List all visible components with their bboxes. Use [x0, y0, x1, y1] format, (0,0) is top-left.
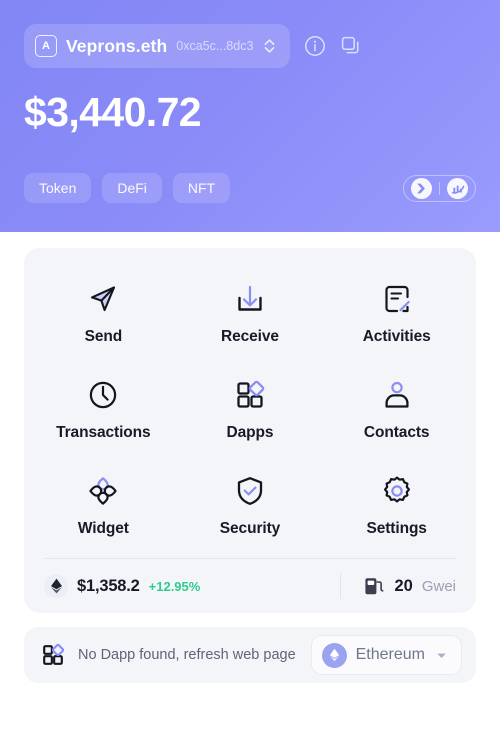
menu-item-label: Receive [221, 328, 279, 345]
eth-price-group[interactable]: $1,358.2 +12.95% [44, 574, 200, 598]
bitkeep-logo-icon[interactable] [410, 177, 432, 199]
menu-item-label: Dapps [226, 424, 274, 441]
menu-item-receive[interactable]: Receive [177, 266, 324, 356]
contacts-person-icon [380, 374, 414, 416]
menu-item-label: Widget [77, 520, 129, 537]
gas-value: 20 [394, 576, 413, 595]
market-stats-bar: $1,358.2 +12.95% 20 Gwei [24, 559, 476, 613]
receive-download-icon [233, 278, 267, 320]
gas-price-group[interactable]: 20 Gwei [341, 575, 456, 597]
menu-grid: Send Receive Activities Transactions Dap… [24, 266, 476, 548]
eth-price-change: +12.95% [148, 578, 201, 594]
tab-defi[interactable]: DeFi [102, 173, 162, 203]
account-name: Veprons.eth [66, 35, 168, 56]
security-shield-check-icon [233, 470, 267, 512]
dapps-grid-icon [43, 643, 65, 665]
menu-item-label: Security [219, 520, 281, 537]
chevron-down-icon[interactable] [434, 648, 449, 663]
account-address: 0xca5c...8dc3 [176, 39, 254, 53]
copy-icon[interactable] [340, 35, 362, 57]
main-content: Send Receive Activities Transactions Dap… [0, 232, 500, 613]
menu-item-transactions[interactable]: Transactions [30, 362, 177, 452]
menu-item-label: Settings [366, 520, 427, 537]
ethereum-circle-icon [321, 642, 347, 668]
eth-price: $1,358.2 [77, 576, 140, 595]
transactions-clock-icon [86, 374, 120, 416]
gas-pump-icon [365, 578, 384, 595]
account-row: A Veprons.eth 0xca5c...8dc3 [24, 24, 476, 68]
menu-card: Send Receive Activities Transactions Dap… [24, 248, 476, 613]
menu-item-dapps[interactable]: Dapps [177, 362, 324, 452]
menu-item-security[interactable]: Security [177, 458, 324, 548]
brand-toggle[interactable] [402, 174, 476, 202]
network-selector[interactable]: Ethereum [310, 635, 462, 675]
menu-item-send[interactable]: Send [30, 266, 177, 356]
gas-unit: Gwei [421, 577, 456, 595]
ethereum-diamond-icon [44, 574, 68, 598]
dapps-grid-icon [233, 374, 267, 416]
network-name: Ethereum [355, 646, 425, 663]
avatar: A [35, 35, 57, 57]
market-chart-logo-icon[interactable] [447, 177, 468, 199]
activities-document-edit-icon [380, 278, 414, 320]
settings-gear-icon [380, 470, 414, 512]
send-paper-plane-icon [86, 278, 120, 320]
brand-divider [438, 181, 440, 195]
asset-tabs: Token DeFi NFT [24, 173, 476, 203]
widget-clover-icon [86, 470, 120, 512]
menu-item-activities[interactable]: Activities [323, 266, 470, 356]
tab-nft[interactable]: NFT [172, 173, 231, 203]
dapp-status-message: No Dapp found, refresh web page [78, 647, 296, 663]
menu-item-widget[interactable]: Widget [30, 458, 177, 548]
menu-item-label: Activities [362, 328, 431, 345]
chevron-up-down-icon[interactable] [262, 37, 277, 55]
menu-item-label: Transactions [56, 424, 151, 441]
menu-item-label: Send [84, 328, 123, 345]
menu-item-label: Contacts [363, 424, 430, 441]
account-selector[interactable]: A Veprons.eth 0xca5c...8dc3 [24, 24, 291, 68]
dapp-status-bar: No Dapp found, refresh web page Ethereum [24, 627, 476, 683]
balance-amount: $3,440.72 [24, 89, 202, 135]
footer-wrapper: No Dapp found, refresh web page Ethereum [0, 613, 500, 683]
tab-token[interactable]: Token [24, 173, 92, 203]
menu-item-settings[interactable]: Settings [323, 458, 470, 548]
info-circle-icon[interactable] [304, 35, 326, 57]
wallet-header: A Veprons.eth 0xca5c...8dc3 $3,440.72 To… [0, 0, 500, 232]
menu-item-contacts[interactable]: Contacts [323, 362, 470, 452]
